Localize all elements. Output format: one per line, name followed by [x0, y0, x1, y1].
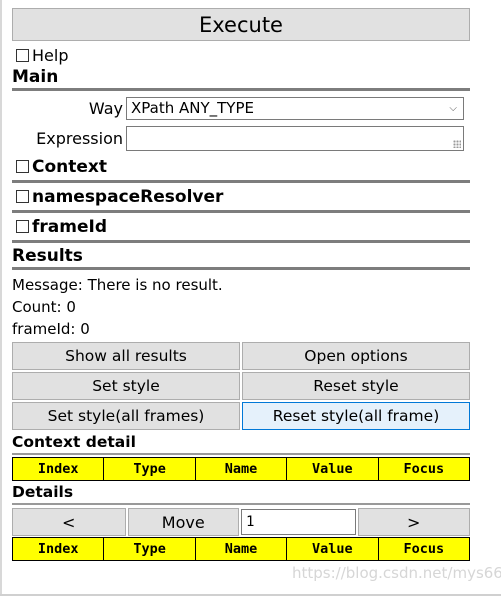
way-selected-value: XPath ANY_TYPE: [131, 99, 254, 117]
divider: [12, 240, 470, 243]
column-index: Index: [11, 537, 105, 561]
window-left-edge: [0, 0, 2, 596]
reset-style-button[interactable]: Reset style: [242, 372, 470, 400]
result-count: Count: 0: [12, 298, 76, 316]
reset-style-all-frame-button[interactable]: Reset style(all frame): [242, 402, 470, 430]
results-section-title: Results: [12, 246, 83, 266]
show-all-results-button[interactable]: Show all results: [12, 342, 240, 370]
execute-button[interactable]: Execute: [12, 8, 470, 41]
table-header-row: Index Type Name Value Focus: [11, 537, 471, 561]
watermark: https://blog.csdn.net/mys666: [292, 564, 501, 582]
column-name: Name: [194, 457, 288, 481]
help-label: Help: [32, 45, 69, 65]
column-value: Value: [286, 457, 379, 481]
xpath-panel: Execute Help Main Way XPath ANY_TYPE ⌵ E…: [11, 8, 471, 561]
context-toggle[interactable]: Context: [12, 153, 470, 180]
help-toggle[interactable]: Help: [12, 44, 470, 66]
previous-button[interactable]: <: [12, 508, 126, 536]
divider: [12, 503, 470, 505]
way-label: Way: [88, 98, 123, 118]
namespace-resolver-label: namespaceResolver: [32, 186, 224, 207]
result-message: Message: There is no result.: [12, 276, 223, 294]
context-detail-table: Index Type Name Value Focus: [11, 457, 471, 481]
divider: [12, 453, 470, 455]
expression-label: Expression: [36, 128, 123, 148]
details-table: Index Type Name Value Focus: [11, 537, 471, 561]
details-title: Details: [12, 483, 74, 501]
resize-grip-icon[interactable]: [453, 139, 461, 148]
divider: [12, 88, 470, 91]
table-header-row: Index Type Name Value Focus: [11, 457, 471, 481]
column-focus: Focus: [377, 457, 471, 481]
help-checkbox[interactable]: [16, 48, 29, 62]
context-detail-title: Context detail: [12, 433, 136, 451]
column-index: Index: [11, 457, 105, 481]
frame-id-checkbox[interactable]: [16, 220, 29, 233]
set-style-button[interactable]: Set style: [12, 372, 240, 400]
expression-input[interactable]: [126, 125, 464, 151]
column-name: Name: [194, 537, 288, 561]
divider: [12, 267, 470, 270]
move-button[interactable]: Move: [127, 508, 239, 536]
frame-id-toggle[interactable]: frameId: [12, 213, 470, 240]
frame-id-label: frameId: [32, 216, 107, 237]
context-checkbox[interactable]: [16, 160, 29, 173]
column-type: Type: [103, 457, 196, 481]
open-options-button[interactable]: Open options: [242, 342, 470, 370]
way-row: Way XPath ANY_TYPE ⌵: [12, 93, 470, 123]
result-frame-id: frameId: 0: [12, 320, 90, 338]
context-label: Context: [32, 156, 108, 177]
way-select[interactable]: XPath ANY_TYPE ⌵: [126, 96, 464, 120]
namespace-resolver-checkbox[interactable]: [16, 190, 29, 203]
details-navigation: < Move 1 >: [12, 508, 470, 536]
namespace-resolver-toggle[interactable]: namespaceResolver: [12, 183, 470, 210]
column-value: Value: [286, 537, 379, 561]
main-section-title: Main: [12, 67, 59, 87]
expression-row: Expression: [12, 123, 470, 153]
next-button[interactable]: >: [357, 508, 470, 536]
set-style-all-frames-button[interactable]: Set style(all frames): [12, 402, 240, 430]
result-actions: Show all results Open options Set style …: [12, 342, 470, 430]
column-type: Type: [103, 537, 196, 561]
move-index-input[interactable]: 1: [241, 509, 356, 535]
chevron-down-icon: ⌵: [449, 102, 457, 114]
column-focus: Focus: [377, 537, 471, 561]
